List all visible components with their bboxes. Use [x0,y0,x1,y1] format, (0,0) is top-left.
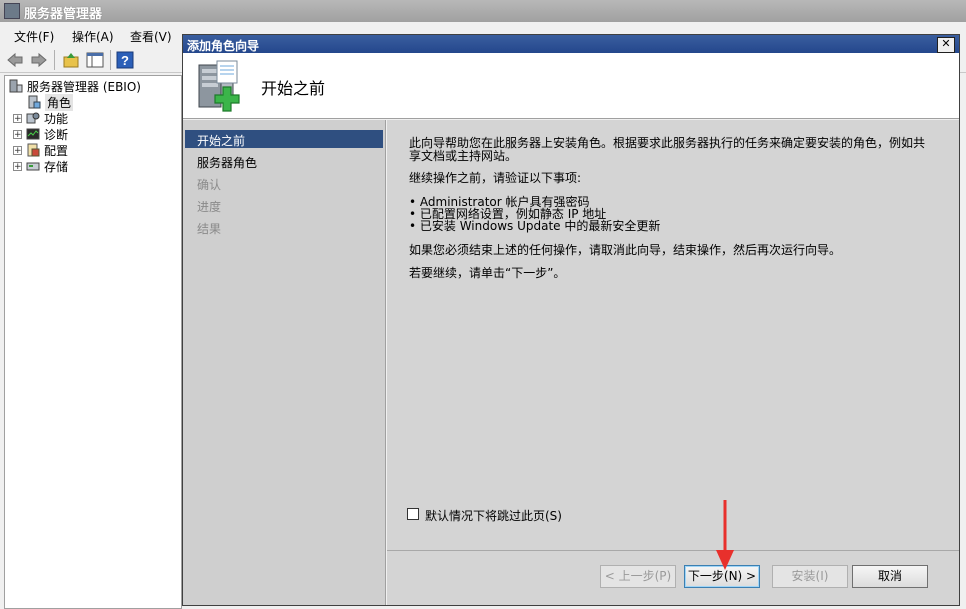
server-manager-app-icon [4,3,20,19]
tree-item-label: 角色 [45,93,74,111]
diagnostics-icon [26,128,40,140]
tree-item-label: 配置 [44,143,69,158]
tree-item-storage[interactable]: + 存储 [13,158,68,174]
wizard-page-title: 开始之前 [261,79,326,98]
server-manager-icon [9,79,23,93]
menu-file[interactable]: 文件(F) [14,28,54,45]
toolbar-divider [110,50,111,70]
wizard-step-before-you-begin[interactable]: 开始之前 [185,130,383,148]
install-button: 安装(I) [772,565,848,588]
verify-heading: 继续操作之前，请验证以下事项: [409,171,582,185]
server-manager-titlebar: 服务器管理器 [0,0,966,22]
svg-text:?: ? [121,53,129,68]
continue-note: 若要继续，请单击“下一步”。 [409,266,566,280]
show-hide-console-tree-icon[interactable] [86,51,104,69]
cancel-note: 如果您必须结束上述的任何操作，请取消此向导，结束操作，然后再次运行向导。 [409,243,842,257]
tree-item-configuration[interactable]: + 配置 [13,142,68,158]
close-icon[interactable]: ✕ [937,37,955,53]
forward-arrow-icon[interactable] [30,51,48,69]
tree-item-label: 功能 [44,111,69,126]
wizard-step-nav: 开始之前 服务器角色 确认 进度 结果 [183,120,386,605]
storage-icon [26,162,40,171]
roles-icon [28,95,41,109]
red-annotation-arrow-icon [716,500,734,570]
tree-item-roles[interactable]: 角色 [27,93,74,111]
expand-icon[interactable]: + [13,113,22,123]
add-server-role-icon [198,60,240,112]
tree-item-features[interactable]: + 功能 [13,110,68,126]
wizard-header: 开始之前 [183,53,959,119]
skip-page-checkbox-label[interactable]: 默认情况下将跳过此页(S) [425,507,562,524]
cancel-button[interactable]: 取消 [852,565,928,588]
tree-item-diagnostics[interactable]: + 诊断 [13,126,68,142]
console-tree: 服务器管理器 (EBIO) 角色 + 功能 + 诊断 + 配置 + 存储 [4,75,182,609]
tree-item-label: 诊断 [44,127,69,142]
wizard-step-progress: 进度 [197,200,222,214]
back-arrow-icon[interactable] [6,51,24,69]
prerequisite-item: • 已安装 Windows Update 中的最新安全更新 [409,219,661,233]
tree-root-label: 服务器管理器 (EBIO) [27,79,141,94]
up-folder-icon[interactable] [62,51,80,69]
expand-icon[interactable]: + [13,145,22,155]
features-icon [26,112,40,124]
menu-view[interactable]: 查看(V) [130,28,172,45]
wizard-step-server-roles[interactable]: 服务器角色 [197,154,257,171]
expand-icon[interactable]: + [13,129,22,139]
previous-button: < 上一步(P) [600,565,676,588]
tree-root[interactable]: 服务器管理器 (EBIO) [9,78,141,94]
server-manager-title: 服务器管理器 [24,7,103,22]
wizard-titlebar[interactable]: 添加角色向导 ✕ [183,35,959,53]
tree-item-label: 存储 [44,159,69,174]
configuration-icon [27,143,40,157]
skip-page-checkbox[interactable] [407,508,419,520]
help-icon[interactable]: ? [116,51,134,69]
wizard-step-confirmation: 确认 [197,178,222,192]
wizard-content: 此向导帮助您在此服务器上安装角色。根据要求此服务器执行的任务来确定要安装的角色，… [387,120,959,550]
add-roles-wizard-dialog: 添加角色向导 ✕ 开始之前 开始之前 服务器角色 确认 进度 结果 此向导帮助您… [182,34,960,606]
menu-action[interactable]: 操作(A) [72,28,114,45]
intro-text-line-2: 享文档或主持网站。 [409,149,518,163]
toolbar-divider [54,50,55,70]
wizard-title: 添加角色向导 [187,39,260,53]
wizard-step-results: 结果 [197,222,222,236]
expand-icon[interactable]: + [13,161,22,171]
